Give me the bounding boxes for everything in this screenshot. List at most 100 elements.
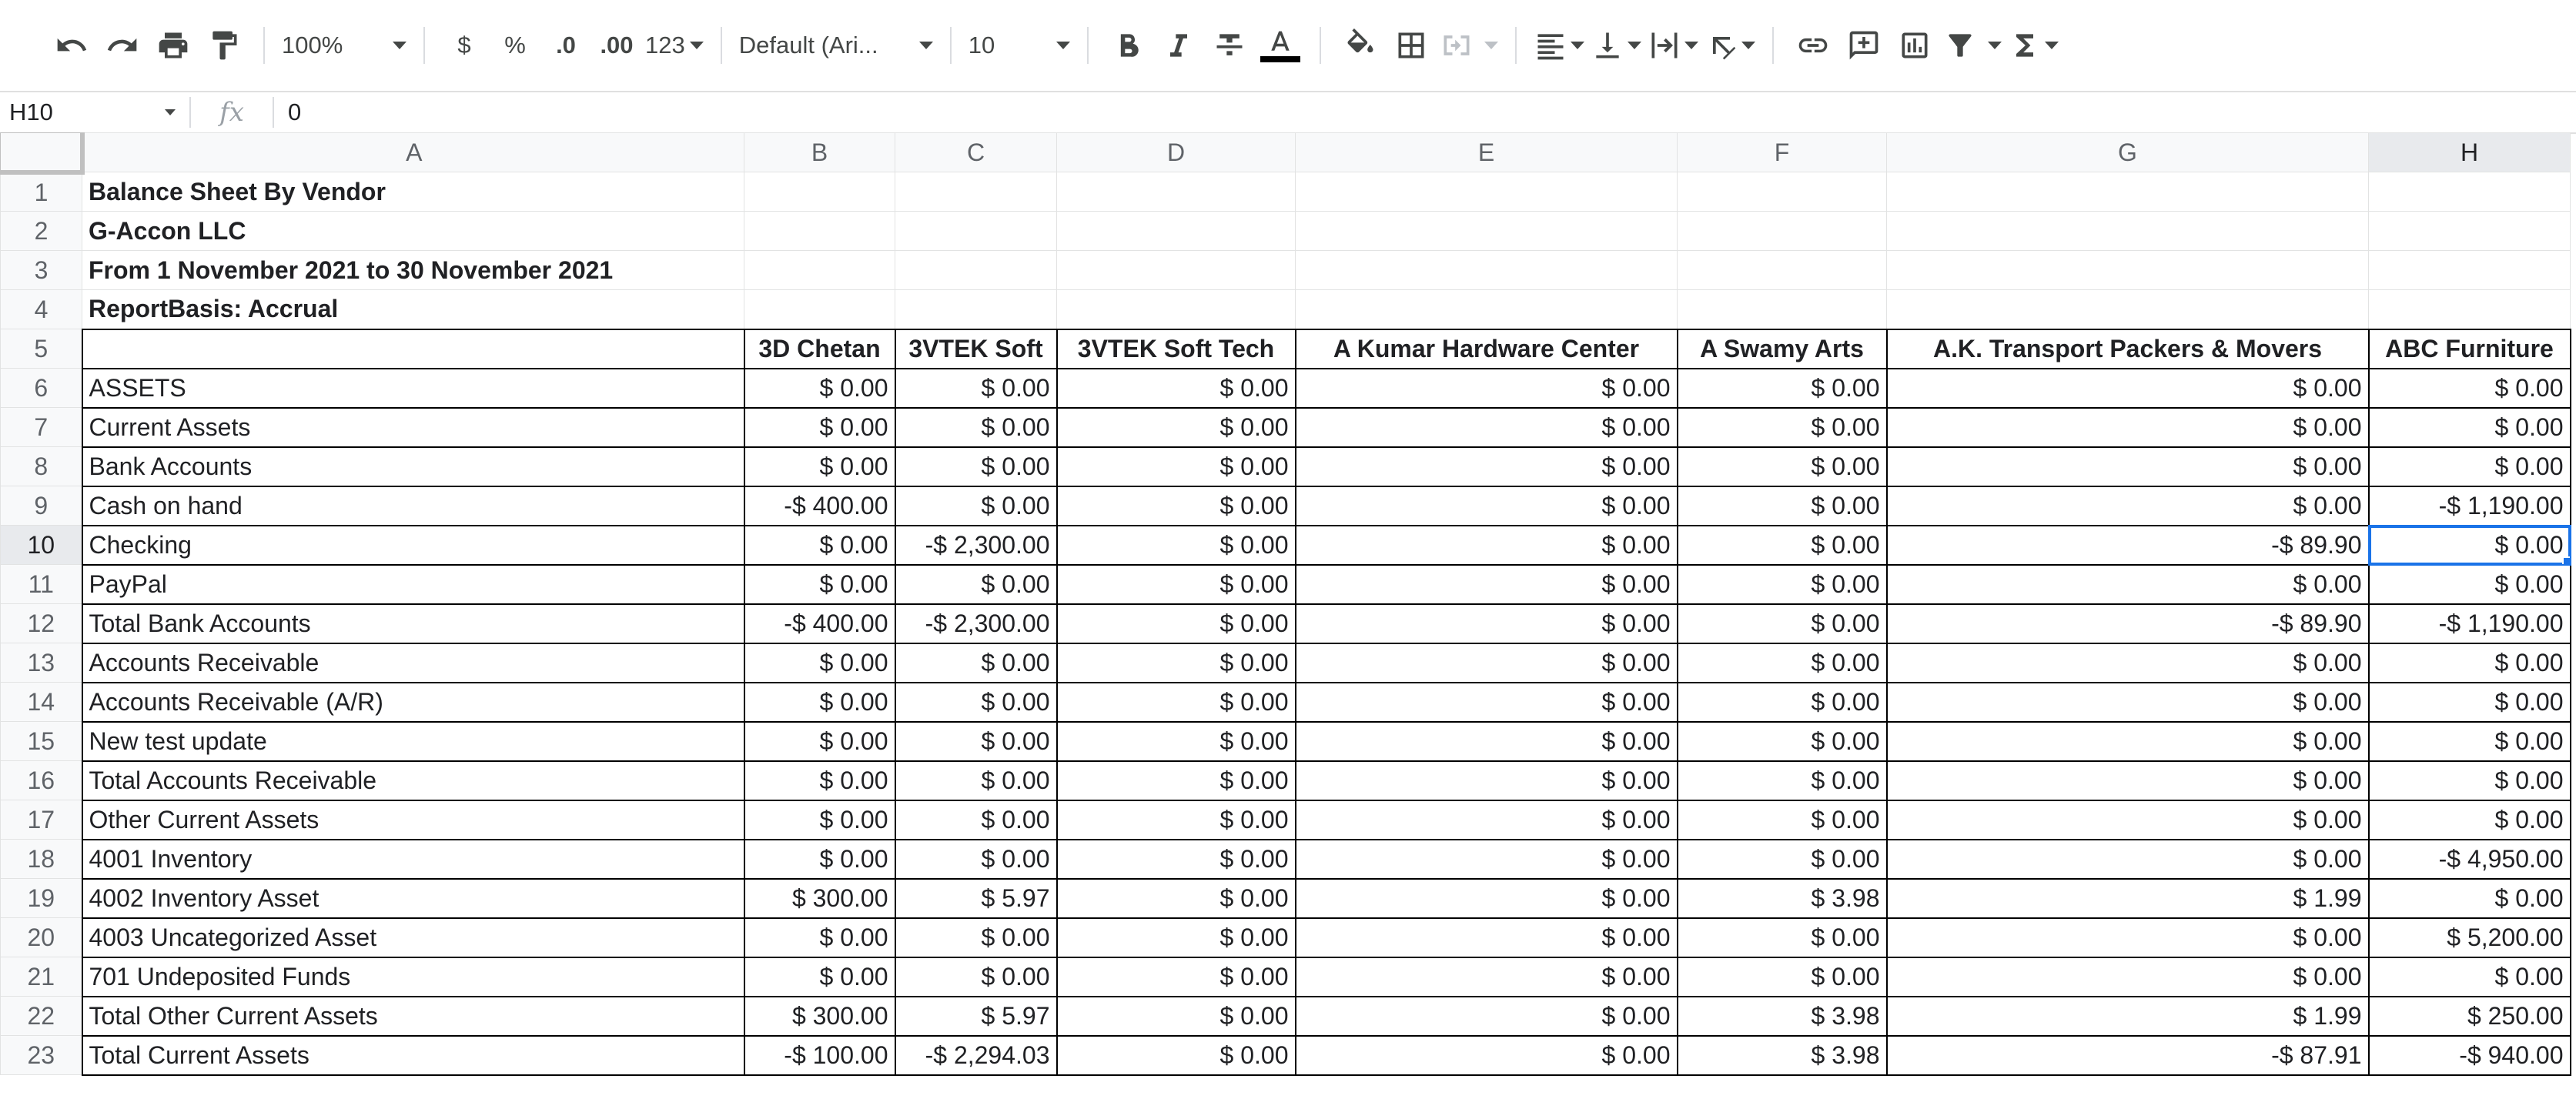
cell-b2[interactable] [744,211,895,251]
cell-h6[interactable]: $ 0.00 [2367,367,2571,409]
cell-b20[interactable]: $ 0.00 [743,917,896,958]
cell-e18[interactable]: $ 0.00 [1294,838,1678,880]
cell-e16[interactable]: $ 0.00 [1294,760,1678,801]
cell-a16[interactable]: Total Accounts Receivable [81,760,745,801]
cell-h13[interactable]: $ 0.00 [2367,642,2571,683]
strikethrough-button[interactable] [1204,18,1255,73]
row-header[interactable]: 14 [0,682,82,722]
print-button[interactable] [148,18,199,73]
cell-c16[interactable]: $ 0.00 [894,760,1058,801]
cell-a7[interactable]: Current Assets [81,406,745,448]
cell-e2[interactable] [1295,211,1678,251]
cell-c9[interactable]: $ 0.00 [894,485,1058,526]
cell-h2[interactable] [2368,211,2571,251]
cell-a10[interactable]: Checking [81,524,745,566]
cell-g9[interactable]: $ 0.00 [1885,485,2370,526]
cell-g16[interactable]: $ 0.00 [1885,760,2370,801]
cell-a4[interactable]: ReportBasis: Accrual [82,289,744,329]
cell-h8[interactable]: $ 0.00 [2367,446,2571,487]
cell-h3[interactable] [2368,250,2571,290]
cell-g20[interactable]: $ 0.00 [1885,917,2370,958]
cell-g12[interactable]: -$ 89.90 [1885,603,2370,644]
cell-g21[interactable]: $ 0.00 [1885,956,2370,997]
cell-d3[interactable] [1056,250,1296,290]
cell-g11[interactable]: $ 0.00 [1885,563,2370,605]
cell-h18[interactable]: -$ 4,950.00 [2367,838,2571,880]
cell-h5[interactable]: ABC Furniture [2367,328,2571,369]
cell-f15[interactable]: $ 0.00 [1676,720,1888,762]
cell-h19[interactable]: $ 0.00 [2367,877,2571,919]
cell-a17[interactable]: Other Current Assets [81,799,745,840]
cell-b19[interactable]: $ 300.00 [743,877,896,919]
column-header-f[interactable]: F [1677,132,1887,172]
cell-d9[interactable]: $ 0.00 [1055,485,1296,526]
cell-g5[interactable]: A.K. Transport Packers & Movers [1885,328,2370,369]
cell-b8[interactable]: $ 0.00 [743,446,896,487]
cell-c1[interactable] [895,172,1057,212]
cell-c4[interactable] [895,289,1057,329]
text-color-button[interactable] [1255,18,1306,73]
cell-a21[interactable]: 701 Undeposited Funds [81,956,745,997]
cell-d11[interactable]: $ 0.00 [1055,563,1296,605]
cell-e4[interactable] [1295,289,1678,329]
increase-decimal-button[interactable]: .00 [591,18,642,73]
cell-d13[interactable]: $ 0.00 [1055,642,1296,683]
cell-b16[interactable]: $ 0.00 [743,760,896,801]
cell-b17[interactable]: $ 0.00 [743,799,896,840]
row-header[interactable]: 23 [0,1035,82,1075]
cell-e20[interactable]: $ 0.00 [1294,917,1678,958]
cell-g4[interactable] [1886,289,2369,329]
cell-h16[interactable]: $ 0.00 [2367,760,2571,801]
cell-c13[interactable]: $ 0.00 [894,642,1058,683]
cell-e9[interactable]: $ 0.00 [1294,485,1678,526]
cell-e6[interactable]: $ 0.00 [1294,367,1678,409]
cell-c5[interactable]: 3VTEK Soft [894,328,1058,369]
row-header[interactable]: 11 [0,564,82,604]
cell-a22[interactable]: Total Other Current Assets [81,995,745,1037]
cell-c21[interactable]: $ 0.00 [894,956,1058,997]
cell-h7[interactable]: $ 0.00 [2367,406,2571,448]
paint-format-button[interactable] [199,18,249,73]
cell-e14[interactable]: $ 0.00 [1294,681,1678,723]
cell-d19[interactable]: $ 0.00 [1055,877,1296,919]
cell-c12[interactable]: -$ 2,300.00 [894,603,1058,644]
insert-comment-button[interactable] [1838,18,1889,73]
cell-d10[interactable]: $ 0.00 [1055,524,1296,566]
row-header[interactable]: 13 [0,643,82,683]
cell-a1[interactable]: Balance Sheet By Vendor [82,172,744,212]
cell-c20[interactable]: $ 0.00 [894,917,1058,958]
cell-f3[interactable] [1677,250,1887,290]
cell-d6[interactable]: $ 0.00 [1055,367,1296,409]
number-format-select[interactable]: 123 [642,18,707,73]
cell-f12[interactable]: $ 0.00 [1676,603,1888,644]
cell-f14[interactable]: $ 0.00 [1676,681,1888,723]
cell-f8[interactable]: $ 0.00 [1676,446,1888,487]
cell-c23[interactable]: -$ 2,294.03 [894,1034,1058,1076]
cell-f1[interactable] [1677,172,1887,212]
cell-a3[interactable]: From 1 November 2021 to 30 November 2021 [82,250,744,290]
fill-handle[interactable] [2561,556,2569,563]
cell-f23[interactable]: $ 3.98 [1676,1034,1888,1076]
cell-f9[interactable]: $ 0.00 [1676,485,1888,526]
cell-g15[interactable]: $ 0.00 [1885,720,2370,762]
cell-f20[interactable]: $ 0.00 [1676,917,1888,958]
cell-f11[interactable]: $ 0.00 [1676,563,1888,605]
cell-d4[interactable] [1056,289,1296,329]
cell-e23[interactable]: $ 0.00 [1294,1034,1678,1076]
column-header-c[interactable]: C [895,132,1057,172]
cell-c11[interactable]: $ 0.00 [894,563,1058,605]
row-header[interactable]: 22 [0,996,82,1036]
cell-c10[interactable]: -$ 2,300.00 [894,524,1058,566]
cell-a23[interactable]: Total Current Assets [81,1034,745,1076]
cell-b10[interactable]: $ 0.00 [743,524,896,566]
cell-b6[interactable]: $ 0.00 [743,367,896,409]
cell-d17[interactable]: $ 0.00 [1055,799,1296,840]
column-header-g[interactable]: G [1886,132,2369,172]
cell-f4[interactable] [1677,289,1887,329]
cell-g17[interactable]: $ 0.00 [1885,799,2370,840]
cell-c22[interactable]: $ 5.97 [894,995,1058,1037]
cell-g6[interactable]: $ 0.00 [1885,367,2370,409]
cell-b14[interactable]: $ 0.00 [743,681,896,723]
column-header-a[interactable]: A [82,132,744,172]
row-header[interactable]: 18 [0,839,82,879]
